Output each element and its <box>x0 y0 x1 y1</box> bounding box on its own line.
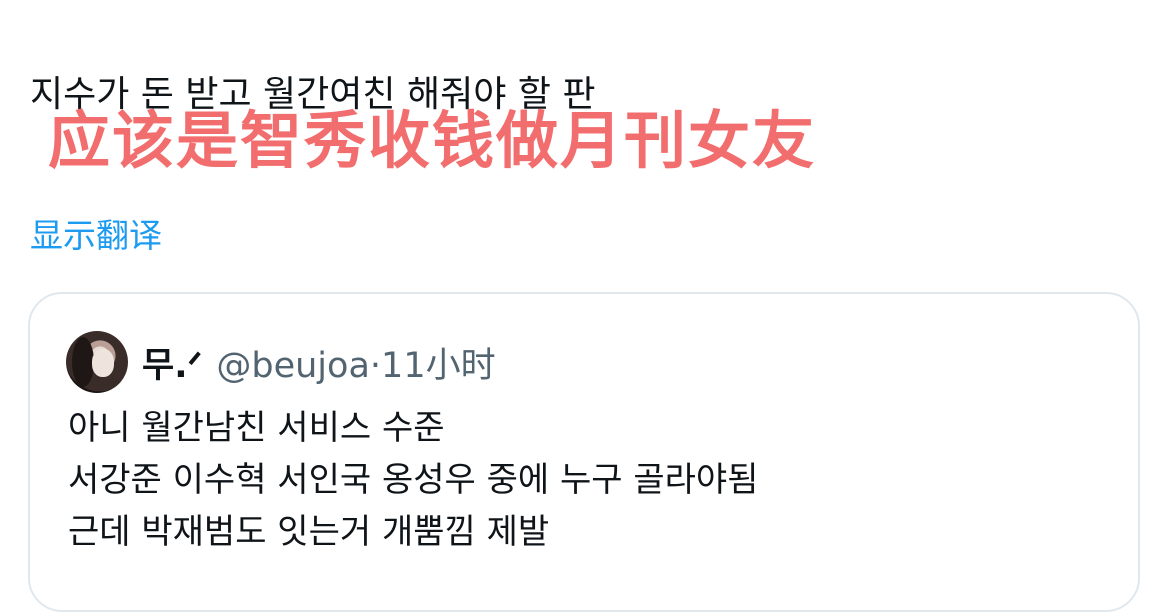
author-handle[interactable]: @beujoa <box>216 346 370 386</box>
author-display-name[interactable]: 무.ᐟ <box>142 337 202 388</box>
overlay-caption: 应该是智秀收钱做月刊女友 <box>48 104 817 177</box>
show-translation-link[interactable]: 显示翻译 <box>30 214 162 258</box>
meta-separator: · <box>369 345 382 386</box>
quoted-tweet-card[interactable]: 무.ᐟ @beujoa·11小时 아니 월간남친 서비스 수준 서강준 이수혁 … <box>28 292 1140 612</box>
avatar[interactable] <box>66 331 128 393</box>
post-time[interactable]: 11小时 <box>381 346 496 386</box>
quoted-tweet-line: 아니 월간남친 서비스 수준 <box>68 408 445 448</box>
avatar-hair-shape <box>72 337 94 387</box>
quoted-tweet-body: 아니 월간남친 서비스 수준 서강준 이수혁 서인국 옹성우 중에 누구 골라야… <box>68 402 758 558</box>
author-handle-meta: @beujoa·11小时 <box>216 337 495 388</box>
avatar-face-shape <box>92 349 114 377</box>
quoted-tweet-header: 무.ᐟ @beujoa·11小时 <box>66 330 496 394</box>
quoted-tweet-line: 근데 박재범도 잇는거 개뿜낌 제발 <box>68 512 550 552</box>
quoted-tweet-line: 서강준 이수혁 서인국 옹성우 중에 누구 골라야됨 <box>68 460 759 500</box>
